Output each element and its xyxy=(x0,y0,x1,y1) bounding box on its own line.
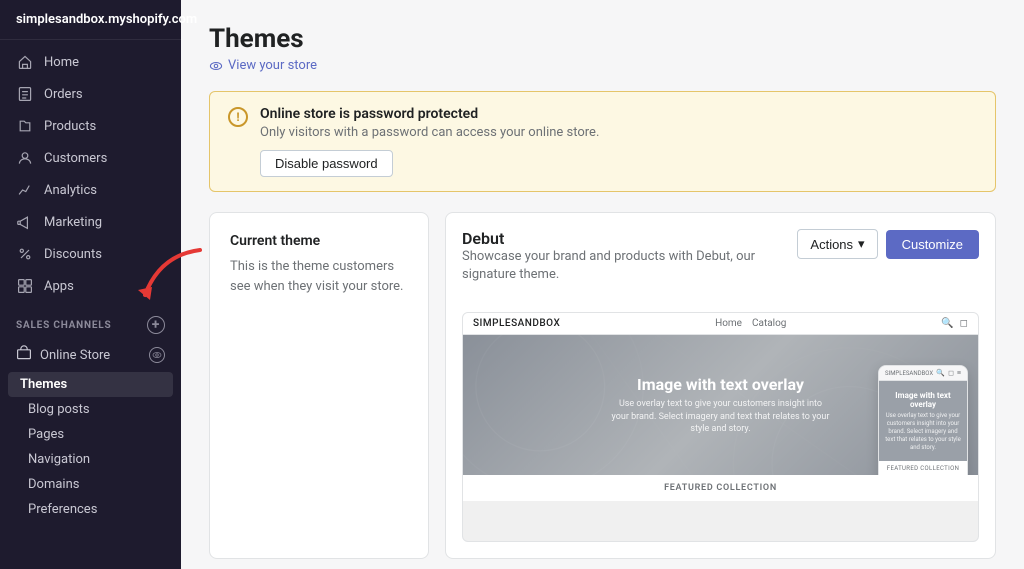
debut-header: Debut Showcase your brand and products w… xyxy=(462,229,979,298)
sidebar-item-discounts[interactable]: Discounts xyxy=(0,238,181,270)
sidebar-item-analytics-label: Analytics xyxy=(44,183,97,198)
sidebar-item-discounts-label: Discounts xyxy=(44,247,102,262)
current-theme-label: Current theme xyxy=(230,233,408,249)
marketing-icon xyxy=(16,213,34,231)
chevron-down-icon: ▾ xyxy=(858,236,865,252)
orders-icon xyxy=(16,85,34,103)
sidebar-sub-pages[interactable]: Pages xyxy=(0,422,181,447)
sidebar-sub-navigation[interactable]: Navigation xyxy=(0,447,181,472)
preview-hero-text: Image with text overlay Use overlay text… xyxy=(611,375,831,436)
mobile-hero: Image with text overlay Use overlay text… xyxy=(879,381,967,461)
sidebar-item-home[interactable]: Home xyxy=(0,46,181,78)
sidebar-item-online-store[interactable]: Online Store xyxy=(0,338,181,372)
preview-nav: Home Catalog xyxy=(715,318,786,329)
sidebar-item-home-label: Home xyxy=(44,55,79,70)
sidebar-sub-themes-label: Themes xyxy=(20,377,67,392)
sidebar-sub-blog-posts-label: Blog posts xyxy=(28,402,90,417)
store-icon xyxy=(16,345,32,365)
view-store-link[interactable]: View your store xyxy=(209,58,996,73)
alert-banner: ! Online store is password protected Onl… xyxy=(209,91,996,192)
sidebar-store: simplesandbox.myshopify.com xyxy=(0,0,181,40)
debut-actions: Actions ▾ Customize xyxy=(797,229,979,259)
theme-preview: SIMPLESANDBOX Home Catalog 🔍 ◻ xyxy=(462,312,979,542)
actions-dropdown-button[interactable]: Actions ▾ xyxy=(797,229,877,259)
sidebar-item-customers[interactable]: Customers xyxy=(0,142,181,174)
sidebar-sub-blog-posts[interactable]: Blog posts xyxy=(0,397,181,422)
sidebar-sub-preferences-label: Preferences xyxy=(28,502,97,517)
preview-browser-icons: 🔍 ◻ xyxy=(941,318,968,329)
current-theme-description: This is the theme customers see when the… xyxy=(230,257,408,296)
sidebar-sub-navigation-label: Navigation xyxy=(28,452,90,467)
search-icon: 🔍 xyxy=(941,318,953,329)
sidebar-item-apps-label: Apps xyxy=(44,279,74,294)
preview-featured-label: FEATURED COLLECTION xyxy=(463,475,978,501)
current-theme-card: Current theme This is the theme customer… xyxy=(209,212,429,559)
mobile-hero-subtitle: Use overlay text to give your customers … xyxy=(885,412,961,451)
preview-browser-bar: SIMPLESANDBOX Home Catalog 🔍 ◻ xyxy=(463,313,978,335)
online-store-label: Online Store xyxy=(40,348,110,363)
alert-content: Online store is password protected Only … xyxy=(260,106,599,177)
mobile-hero-title: Image with text overlay xyxy=(885,391,961,409)
sidebar-item-orders-label: Orders xyxy=(44,87,83,102)
eye-view-icon xyxy=(209,59,223,73)
mobile-cart-icon: ◻ xyxy=(948,369,954,377)
sidebar-item-orders[interactable]: Orders xyxy=(0,78,181,110)
sidebar-sub-themes[interactable]: Themes xyxy=(8,372,173,397)
cart-icon: ◻ xyxy=(960,318,968,329)
products-icon xyxy=(16,117,34,135)
alert-title: Online store is password protected xyxy=(260,106,599,122)
debut-card: Debut Showcase your brand and products w… xyxy=(445,212,996,559)
add-channel-button[interactable]: + xyxy=(147,316,165,334)
sidebar-sub-domains[interactable]: Domains xyxy=(0,472,181,497)
preview-hero-title: Image with text overlay xyxy=(611,375,831,394)
apps-icon xyxy=(16,277,34,295)
sidebar-item-products[interactable]: Products xyxy=(0,110,181,142)
eye-icon[interactable] xyxy=(149,347,165,363)
disable-password-button[interactable]: Disable password xyxy=(260,150,393,177)
sidebar-item-marketing-label: Marketing xyxy=(44,215,102,230)
sidebar-item-marketing[interactable]: Marketing xyxy=(0,206,181,238)
sidebar-item-customers-label: Customers xyxy=(44,151,107,166)
debut-title: Debut xyxy=(462,229,797,248)
mobile-browser-icons: 🔍 ◻ ≡ xyxy=(936,369,961,377)
mobile-browser-bar: SIMPLESANDBOX 🔍 ◻ ≡ xyxy=(879,366,967,381)
mobile-store-name: SIMPLESANDBOX xyxy=(885,370,933,377)
home-icon xyxy=(16,53,34,71)
sidebar-item-products-label: Products xyxy=(44,119,96,134)
alert-icon: ! xyxy=(228,107,248,127)
mobile-search-icon: 🔍 xyxy=(936,369,945,377)
view-store-label: View your store xyxy=(228,58,317,73)
customers-icon xyxy=(16,149,34,167)
alert-description: Only visitors with a password can access… xyxy=(260,125,599,140)
sidebar-sub-preferences[interactable]: Preferences xyxy=(0,497,181,522)
sidebar: simplesandbox.myshopify.com Home Orders xyxy=(0,0,181,569)
main-content: Themes View your store ! Online store is… xyxy=(181,0,1024,569)
preview-store-name: SIMPLESANDBOX xyxy=(473,318,560,329)
mobile-menu-icon: ≡ xyxy=(957,369,961,377)
mobile-preview: SIMPLESANDBOX 🔍 ◻ ≡ Image with text over… xyxy=(878,365,968,475)
preview-hero: Image with text overlay Use overlay text… xyxy=(463,335,978,475)
sales-channels-title: SALES CHANNELS + xyxy=(0,302,181,338)
mobile-featured-label: FEATURED COLLECTION xyxy=(879,461,967,475)
discounts-icon xyxy=(16,245,34,263)
page-title: Themes xyxy=(209,24,996,54)
sidebar-sub-domains-label: Domains xyxy=(28,477,79,492)
analytics-icon xyxy=(16,181,34,199)
themes-grid: Current theme This is the theme customer… xyxy=(209,212,996,559)
sidebar-item-apps[interactable]: Apps xyxy=(0,270,181,302)
sidebar-item-analytics[interactable]: Analytics xyxy=(0,174,181,206)
store-name: simplesandbox.myshopify.com xyxy=(16,12,197,27)
customize-button[interactable]: Customize xyxy=(886,230,979,259)
sidebar-sub-pages-label: Pages xyxy=(28,427,64,442)
preview-hero-subtitle: Use overlay text to give your customers … xyxy=(611,398,831,436)
debut-description: Showcase your brand and products with De… xyxy=(462,248,797,284)
